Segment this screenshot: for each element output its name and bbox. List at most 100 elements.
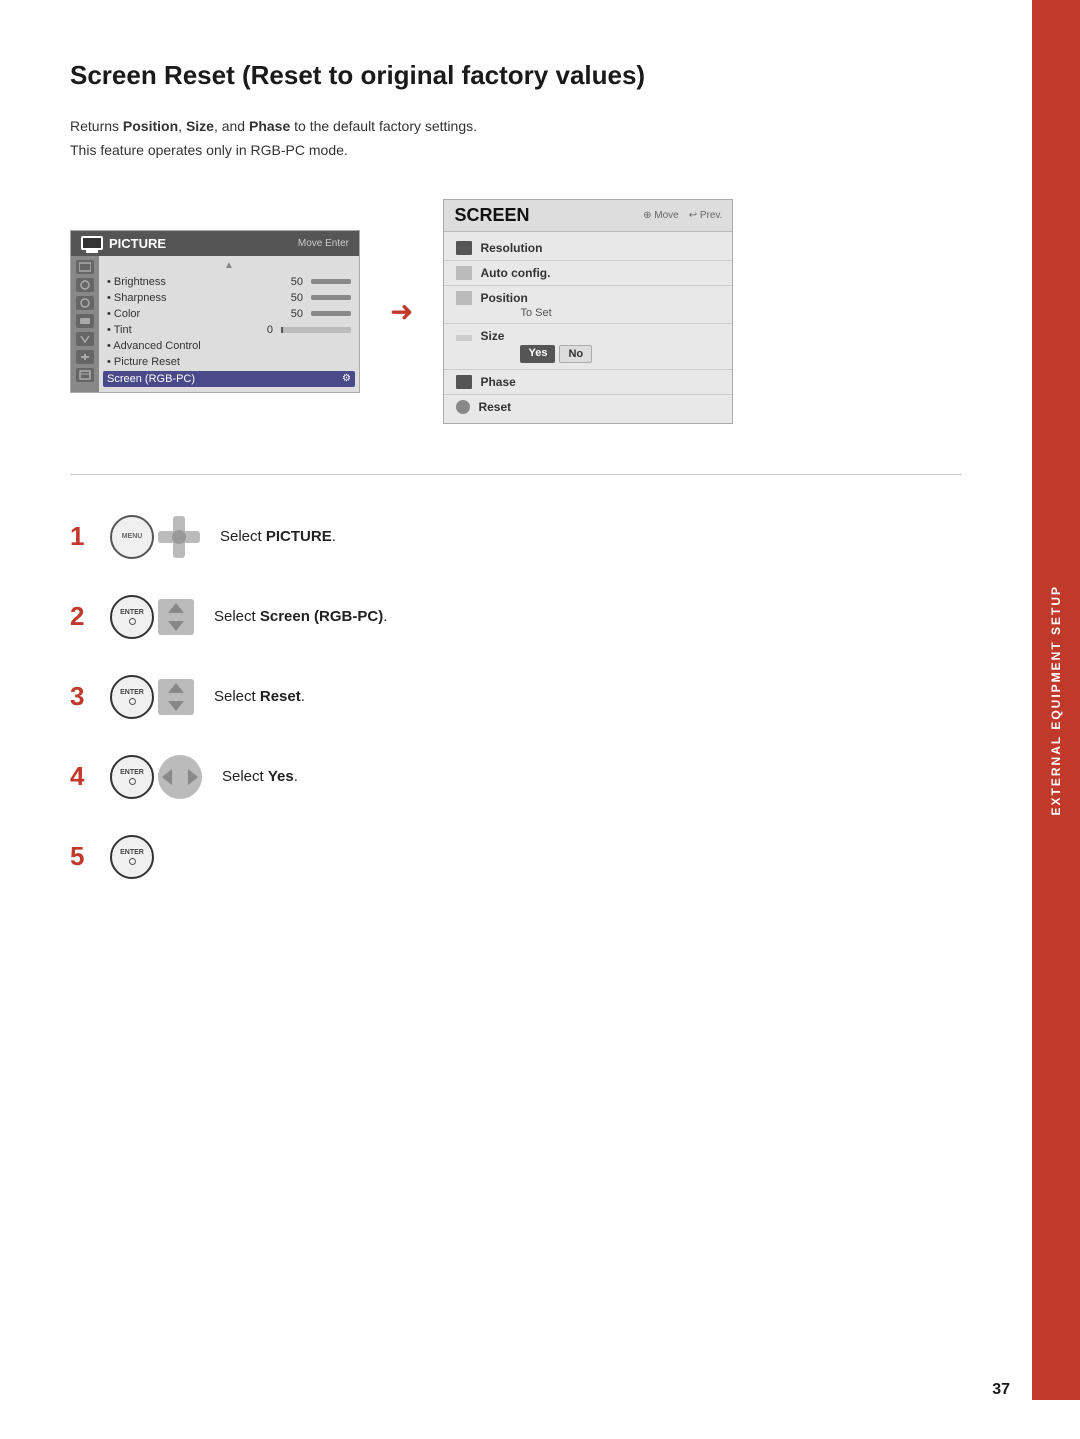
step-4-number: 4 (70, 763, 90, 789)
enter-button-5: ENTER (110, 835, 154, 879)
nav-right-4 (188, 769, 198, 785)
icon-2 (76, 278, 94, 292)
enter-dot-3 (129, 698, 136, 705)
step-3-text: Select Reset. (214, 688, 305, 705)
enter-button-4: ENTER (110, 755, 154, 799)
size-icon (456, 335, 472, 341)
enter-button-3: ENTER (110, 675, 154, 719)
picture-menu-body: ▲ • Brightness50 • Sharpness50 • Color50… (71, 256, 359, 392)
arrow-icon: ➜ (390, 295, 413, 328)
icon-4 (76, 314, 94, 328)
yes-button[interactable]: Yes (520, 345, 555, 363)
screen-menu-header: SCREEN ⊕ Move ↩ Prev. (444, 200, 732, 232)
screen-title: SCREEN (454, 205, 529, 226)
screen-item-autoconfig: Auto config. (444, 261, 732, 286)
picture-menu-header: PICTURE Move Enter (71, 231, 359, 256)
size-label: Size (480, 329, 720, 343)
picture-up-arrow: ▲ (107, 260, 351, 271)
icon-7 (76, 368, 94, 382)
enter-label-2: ENTER (120, 609, 144, 616)
step-2-text: Select Screen (RGB-PC). (214, 608, 387, 625)
screens-container: PICTURE Move Enter (70, 199, 962, 424)
step-5-number: 5 (70, 843, 90, 869)
to-set-text: To Set (484, 307, 732, 323)
nav-up-3 (168, 683, 184, 693)
resolution-label: Resolution (480, 241, 720, 255)
screen-item-phase: Phase (444, 370, 732, 395)
menu-label: MENU (122, 533, 143, 540)
enter-label-4: ENTER (120, 769, 144, 776)
step-5-icons: ENTER (110, 835, 154, 879)
enter-label-3: ENTER (120, 689, 144, 696)
picture-item-brightness: • Brightness50 (107, 274, 351, 290)
autoconfig-label: Auto config. (480, 266, 720, 280)
autoconfig-icon (456, 266, 472, 280)
enter-dot-5 (129, 858, 136, 865)
picture-item-advanced: • Advanced Control (107, 338, 351, 354)
screen-nav-move: ⊕ Move (643, 210, 679, 221)
resolution-icon (456, 241, 472, 255)
step-2: 2 ENTER Select Screen (RGB-PC). (70, 595, 962, 639)
nav-updown-3 (158, 679, 194, 715)
step-2-icons: ENTER (110, 595, 194, 639)
screen-item-size: Size (444, 324, 732, 345)
screen-item-resolution: Resolution (444, 236, 732, 261)
steps-section: 1 MENU Select PICTURE. 2 ENTER (70, 515, 962, 879)
step-5: 5 ENTER (70, 835, 962, 879)
screen-menu-box: SCREEN ⊕ Move ↩ Prev. Resolution Auto co… (443, 199, 733, 424)
enter-button-2: ENTER (110, 595, 154, 639)
phase-label: Phase (480, 375, 720, 389)
step-1: 1 MENU Select PICTURE. (70, 515, 962, 559)
enter-dot-4 (129, 778, 136, 785)
step-1-icons: MENU (110, 515, 200, 559)
picture-menu-box: PICTURE Move Enter (70, 230, 360, 393)
nav-updown-2 (158, 599, 194, 635)
picture-icons (71, 256, 99, 392)
picture-item-color: • Color50 (107, 306, 351, 322)
step-1-number: 1 (70, 523, 90, 549)
no-button[interactable]: No (559, 345, 592, 363)
sidebar: EXTERNAL EQUIPMENT SETUP (1032, 0, 1080, 1400)
nav-left-4 (162, 769, 172, 785)
sidebar-label: EXTERNAL EQUIPMENT SETUP (1049, 585, 1063, 815)
picture-nav-hint: Move Enter (298, 238, 349, 249)
screen-item-reset: Reset (444, 395, 732, 419)
screen-item-position: Position (444, 286, 732, 307)
step-4-icons: ENTER (110, 755, 202, 799)
position-icon (456, 291, 472, 305)
reset-label: Reset (478, 400, 720, 414)
nav-up-2 (168, 603, 184, 613)
step-4-text: Select Yes. (222, 768, 298, 785)
nav-down-2 (168, 621, 184, 631)
page-number: 37 (992, 1381, 1010, 1399)
yes-no-container: Yes No (484, 345, 732, 369)
picture-item-screen-rgb: Screen (RGB-PC) ⚙ (103, 371, 355, 387)
position-label: Position (480, 291, 720, 305)
icon-3 (76, 296, 94, 310)
nav-leftright-4 (158, 755, 202, 799)
screen-item-size-group: Size Yes No (444, 324, 732, 370)
step-1-text: Select PICTURE. (220, 528, 336, 545)
picture-item-sharpness: • Sharpness50 (107, 290, 351, 306)
nav-down-3 (168, 701, 184, 711)
icon-6 (76, 350, 94, 364)
reset-icon (456, 400, 470, 414)
divider (70, 474, 962, 475)
screen-item-position-group: Position To Set (444, 286, 732, 324)
picture-item-reset: • Picture Reset (107, 354, 351, 370)
icon-1 (76, 260, 94, 274)
screen-nav: ⊕ Move ↩ Prev. (643, 210, 722, 221)
phase-icon (456, 375, 472, 389)
nav-cross (158, 516, 200, 558)
main-content: Screen Reset (Reset to original factory … (0, 0, 1032, 939)
picture-title: PICTURE (109, 236, 166, 251)
screen-nav-prev: ↩ Prev. (689, 210, 723, 221)
icon-5 (76, 332, 94, 346)
menu-button: MENU (110, 515, 154, 559)
step-3-number: 3 (70, 683, 90, 709)
step-4: 4 ENTER Select Yes. (70, 755, 962, 799)
step-3-icons: ENTER (110, 675, 194, 719)
step-3: 3 ENTER Select Reset. (70, 675, 962, 719)
enter-dot-2 (129, 618, 136, 625)
description-line1: Returns Position, Size, and Phase to the… (70, 115, 962, 139)
